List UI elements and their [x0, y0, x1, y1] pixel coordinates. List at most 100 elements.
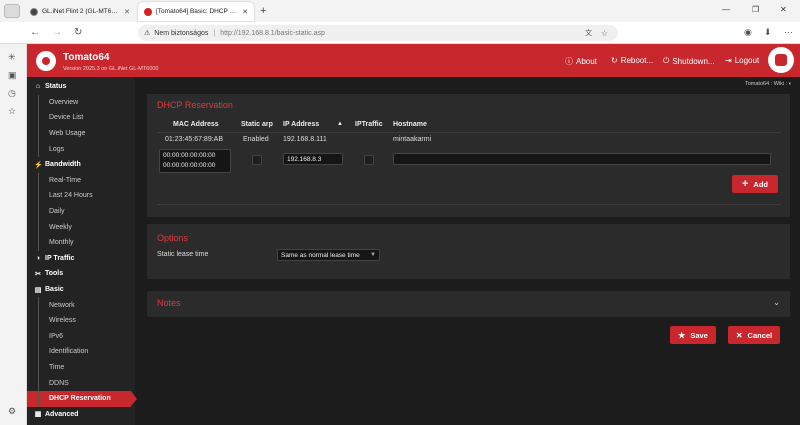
close-icon: ✕ — [735, 330, 743, 340]
url-separator: | — [213, 29, 216, 37]
sidebar-item-device-list[interactable]: Device List — [27, 110, 135, 126]
new-tab-button[interactable]: + — [260, 5, 266, 17]
browser-tab-glinet[interactable]: GL.iNet Flint 2 (GL-MT6000) rou ✕ — [24, 2, 136, 21]
sidebar-item-advanced[interactable]: ▦ Advanced — [27, 407, 135, 423]
sidebar-item-logs[interactable]: Logs — [27, 141, 135, 157]
sidebar-item-label: Logs — [49, 145, 65, 153]
copilot-icon[interactable]: ✳ — [8, 52, 16, 63]
iptraffic-checkbox[interactable] — [364, 155, 374, 165]
col-static-arp[interactable]: Static arp — [241, 121, 273, 128]
chevron-down-icon[interactable]: ⌄ — [773, 298, 780, 307]
col-ip-address[interactable]: IP Address — [283, 121, 319, 128]
notes-title: Notes — [157, 298, 181, 308]
col-hostname[interactable]: Hostname — [393, 121, 427, 128]
sort-ascending-icon[interactable]: ▲ — [337, 121, 343, 127]
sidebar-item-dhcp-reservation[interactable]: DHCP Reservation — [27, 391, 137, 407]
notes-panel[interactable]: Notes ⌄ — [147, 291, 790, 317]
sidebar-item-label: Basic — [45, 286, 64, 294]
downloads-icon[interactable]: ⬇ — [764, 27, 772, 38]
glinet-favicon-icon — [30, 7, 38, 16]
static-lease-select[interactable]: Same as normal lease time ▼ — [277, 249, 380, 261]
sidebar-item-monthly[interactable]: Monthly — [27, 235, 135, 251]
history-icon[interactable]: ◷ — [8, 88, 16, 99]
sidebar-item-status[interactable]: ⌂ Status — [27, 79, 135, 95]
address-bar: ← → ↻ ⚠ Nem biztonságos | http://192.168… — [0, 22, 800, 44]
sidebar-item-basic[interactable]: ▤ Basic — [27, 282, 135, 298]
sidebar-toggle-button[interactable] — [4, 4, 20, 18]
tomato-favicon-icon — [144, 7, 152, 16]
reboot-link[interactable]: ↻ Reboot... — [611, 56, 653, 65]
close-window-icon[interactable]: ✕ — [780, 5, 787, 14]
sidebar-item-bandwidth[interactable]: ⚡ Bandwidth — [27, 157, 135, 173]
bookmark-star-icon[interactable]: ☆ — [601, 29, 608, 38]
sidebar-item-label: Overview — [49, 98, 79, 106]
home-icon: ⌂ — [35, 83, 41, 91]
sidebar-item-label: IPv6 — [49, 332, 64, 340]
extension-icon[interactable]: ◉ — [744, 27, 752, 38]
sidebar-item-ddns[interactable]: DDNS — [27, 375, 135, 391]
settings-gear-icon[interactable]: ⚙ — [8, 406, 16, 417]
sidebar-item-label: Real-Time — [49, 176, 82, 184]
minimize-icon[interactable]: — — [722, 5, 730, 14]
sidebar-item-real-time[interactable]: Real-Time — [27, 172, 135, 189]
sidebar-item-tools[interactable]: ✂ Tools — [27, 266, 135, 282]
translate-icon[interactable]: 文 — [585, 28, 592, 38]
panel-title: DHCP Reservation — [157, 100, 233, 110]
ip-address-input[interactable]: 192.168.8.3 — [283, 153, 343, 165]
favorites-icon[interactable]: ☆ — [8, 106, 16, 117]
back-icon[interactable]: ← — [30, 27, 40, 38]
browser-tab-tomato[interactable]: [Tomato64] Basic: DHCP Reserva ✕ — [138, 2, 254, 21]
sidebar-item-label: Advanced — [45, 410, 79, 418]
collections-icon[interactable]: ▣ — [8, 70, 17, 81]
ip-traffic-icon: ◑ — [35, 254, 41, 262]
options-title: Options — [157, 233, 189, 243]
mac-address-input[interactable]: 00:00:00:00:00:00 00:00:00:00:00:00 — [159, 149, 231, 173]
sidebar-item-label: Web Usage — [49, 130, 86, 138]
sidebar-item-last-24-hours[interactable]: Last 24 Hours — [27, 188, 135, 204]
sidebar-item-daily[interactable]: Daily — [27, 203, 135, 220]
firmware-version: Version 2025.3 on GL.iNet GL-MT6000 — [63, 66, 159, 72]
sidebar-item-identification[interactable]: Identification — [27, 344, 135, 360]
header-divider — [157, 132, 781, 133]
breadcrumb[interactable]: Tomato64 : Wiki : ◐ — [745, 81, 792, 87]
reload-icon[interactable]: ↻ — [74, 27, 82, 38]
tomato-page: Tomato64 Version 2025.3 on GL.iNet GL-MT… — [27, 44, 800, 425]
logout-link[interactable]: ⇥ Logout — [725, 56, 759, 65]
sidebar-item-wireless[interactable]: Wireless — [27, 313, 135, 329]
forward-icon[interactable]: → — [52, 27, 62, 38]
reboot-icon: ↻ — [611, 56, 618, 65]
url-text: http://192.168.8.1/basic-static.asp — [220, 29, 325, 37]
url-field[interactable]: ⚠ Nem biztonságos | http://192.168.8.1/b… — [138, 25, 618, 41]
sidebar-item-time[interactable]: Time — [27, 359, 135, 376]
sidebar-item-label: Monthly — [49, 239, 74, 247]
maximize-icon[interactable]: ❐ — [752, 5, 759, 14]
cancel-button[interactable]: ✕ Cancel — [728, 326, 780, 344]
menu-icon[interactable]: ⋯ — [784, 27, 793, 38]
row-mac: 01:23:45:67:89:AB — [165, 136, 223, 143]
row-ip: 192.168.8.111 — [283, 136, 327, 143]
close-tab-icon[interactable]: ✕ — [242, 8, 248, 16]
sidebar-item-ip-traffic[interactable]: ◑ IP Traffic — [27, 251, 135, 267]
save-button[interactable]: ★ Save — [670, 326, 716, 344]
sidebar-item-label: Last 24 Hours — [49, 192, 93, 200]
about-link[interactable]: ⓘ About — [565, 56, 597, 67]
basic-icon: ▤ — [34, 286, 42, 294]
sidebar-item-network[interactable]: Network — [27, 297, 135, 313]
browser-side-strip: ✳ ▣ ◷ ☆ ⚙ — [0, 44, 27, 425]
sidebar-item-overview[interactable]: Overview — [27, 94, 135, 111]
row-hostname: mintaakarmi — [393, 136, 432, 143]
sidebar-item-web-usage[interactable]: Web Usage — [27, 125, 135, 142]
logout-icon: ⇥ — [725, 56, 732, 65]
sidebar-item-weekly[interactable]: Weekly — [27, 219, 135, 235]
sidebar-item-label: Bandwidth — [45, 161, 81, 169]
hostname-input[interactable] — [393, 153, 771, 165]
add-button[interactable]: + Add — [732, 175, 778, 193]
sidebar-item-label: Identification — [49, 348, 89, 356]
col-mac-address[interactable]: MAC Address — [173, 121, 219, 128]
static-arp-checkbox[interactable] — [252, 155, 262, 165]
sidebar-nav: ⌂ Status Overview Device List Web Usage Logs ⚡… — [27, 77, 137, 425]
col-iptraffic[interactable]: IPTraffic — [355, 121, 383, 128]
sidebar-item-ipv6[interactable]: IPv6 — [27, 328, 135, 345]
close-tab-icon[interactable]: ✕ — [124, 8, 130, 16]
shutdown-link[interactable]: ⏻ Shutdown... — [663, 56, 715, 66]
